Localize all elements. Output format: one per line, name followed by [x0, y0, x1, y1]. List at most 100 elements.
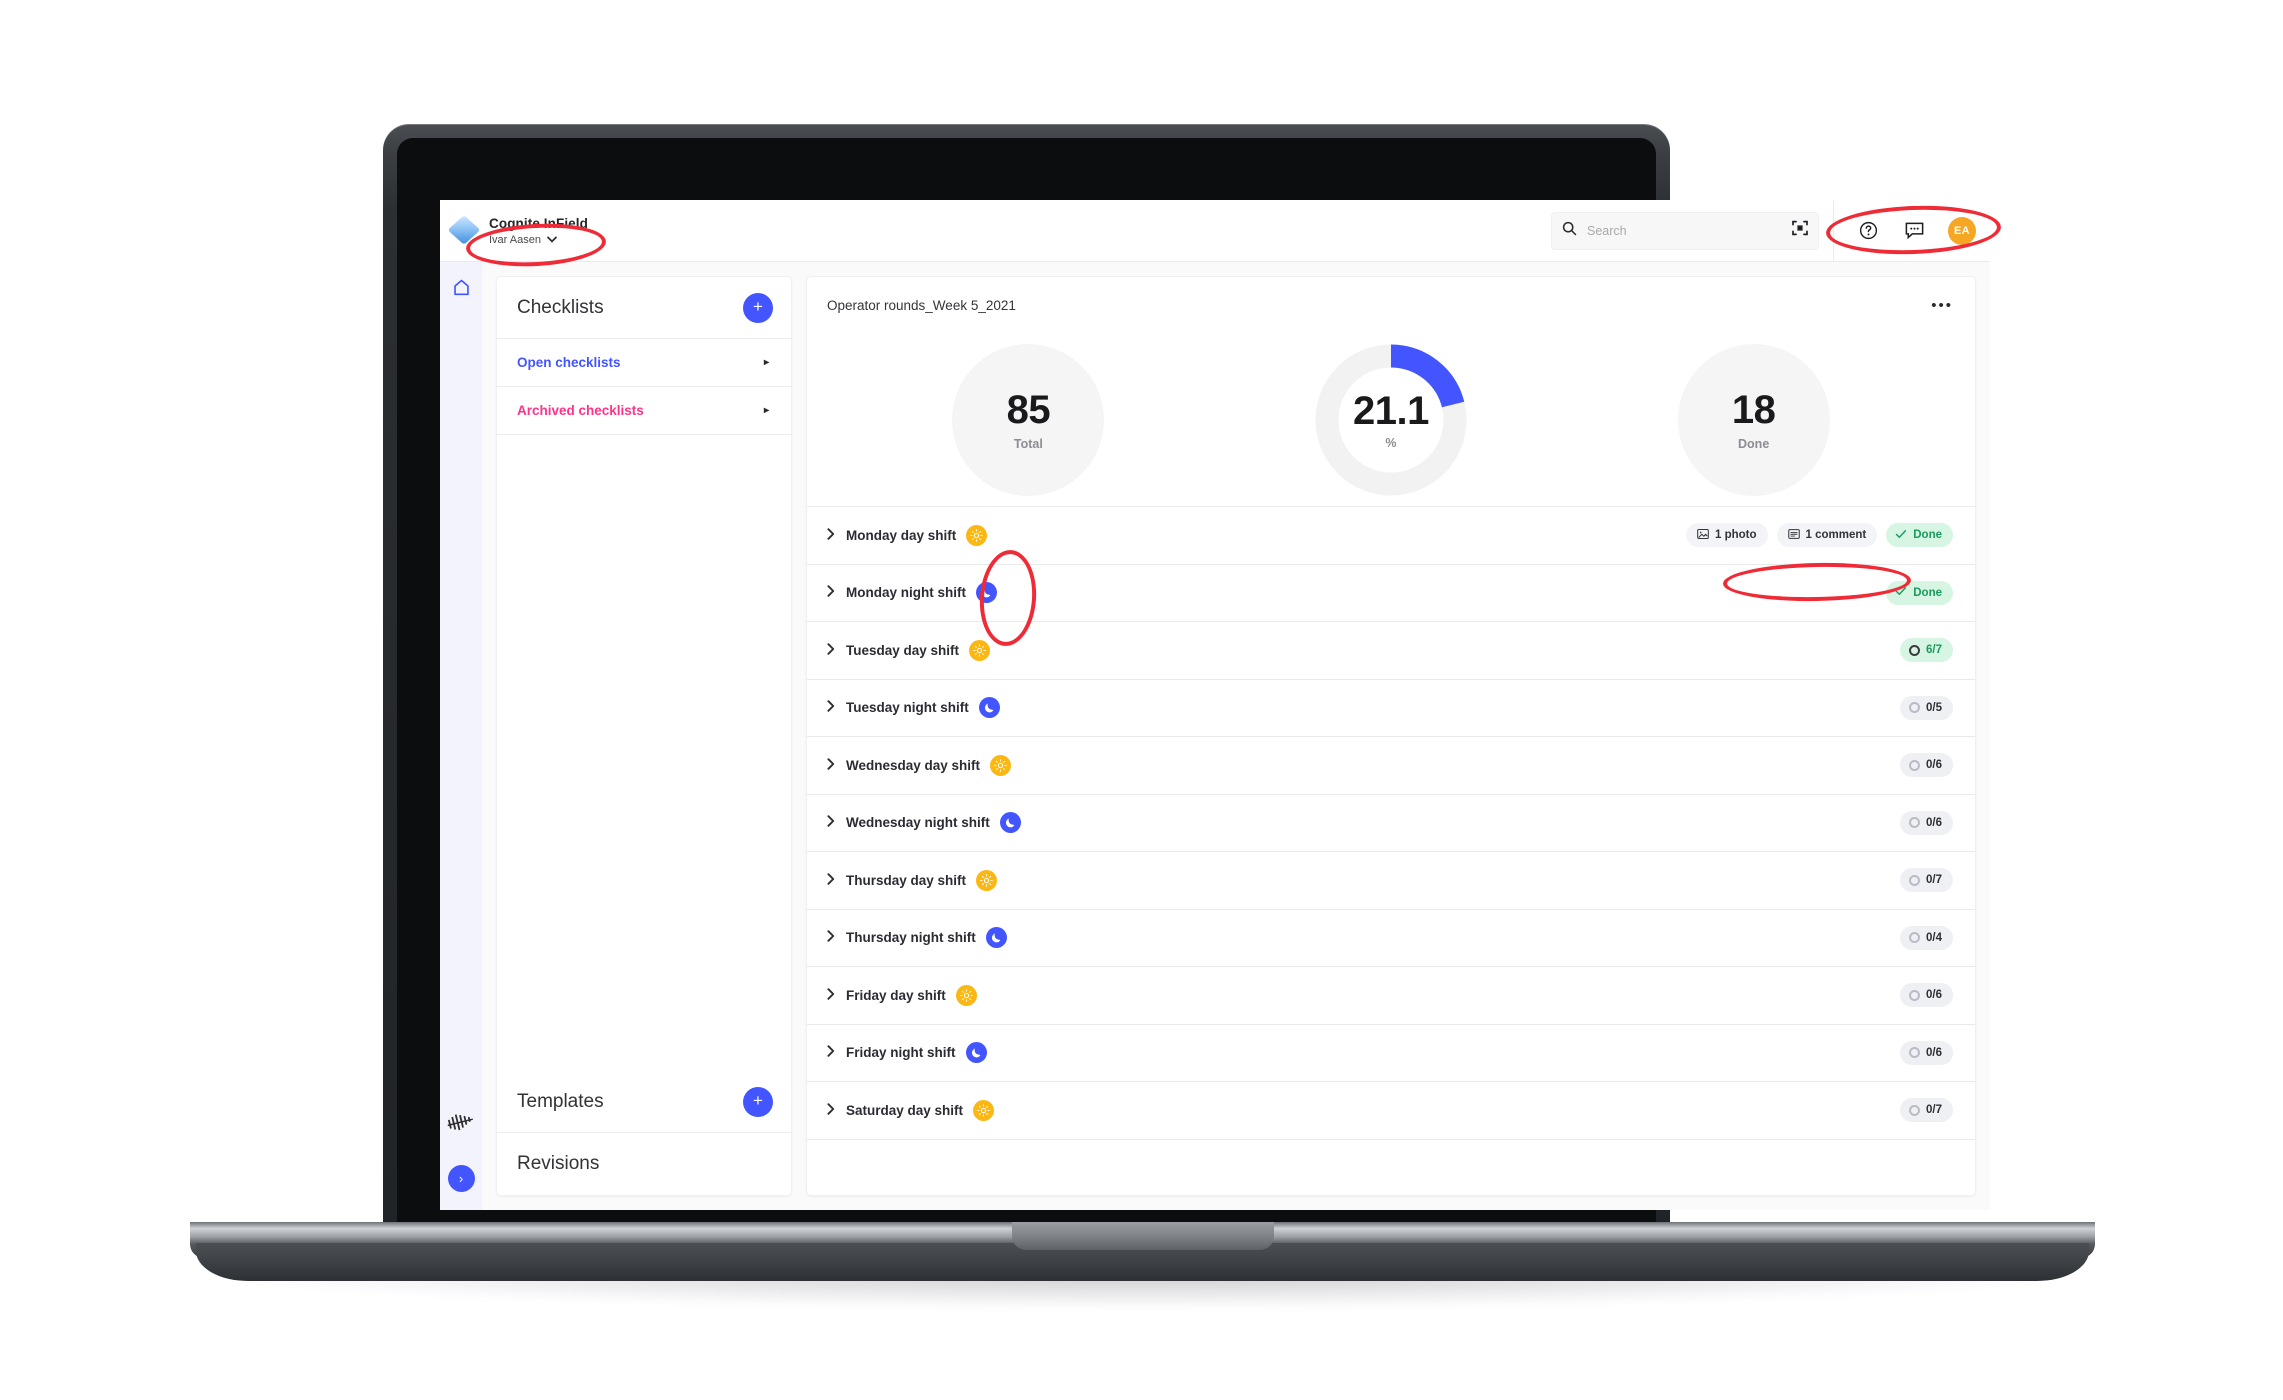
chevron-right-icon[interactable] — [827, 528, 835, 543]
add-checklist-button[interactable]: + — [743, 292, 773, 323]
row-status-group: 0/6 — [1900, 1040, 1953, 1065]
status-label: 0/6 — [1926, 816, 1942, 829]
search-input[interactable] — [1587, 223, 1782, 238]
sun-icon — [955, 984, 977, 1006]
status-label: 0/4 — [1926, 931, 1942, 944]
status-badge: 0/7 — [1900, 1098, 1953, 1123]
chevron-right-icon[interactable] — [827, 643, 835, 658]
row-status-group: 6/7 — [1900, 638, 1953, 663]
table-row[interactable]: Monday day shift 1 photo 1 comment Done — [807, 507, 1975, 565]
table-row[interactable]: Wednesday night shift 0/6 — [807, 795, 1975, 852]
search-box[interactable] — [1551, 211, 1819, 250]
status-badge: Done — [1886, 523, 1953, 548]
checklists-panel: Checklists + Open checklists ▸ Archived … — [496, 276, 792, 1196]
shift-label: Wednesday night shift — [846, 815, 990, 831]
status-badge: Done — [1886, 580, 1953, 605]
status-label: 0/7 — [1926, 874, 1942, 887]
archived-checklists-label: Archived checklists — [517, 403, 644, 418]
chevron-right-icon[interactable] — [827, 700, 835, 715]
photo-count-badge[interactable]: 1 photo — [1686, 523, 1768, 548]
row-status-group: Done — [1886, 580, 1953, 605]
checklist-detail-panel: Operator rounds_Week 5_2021 ••• 85 Total — [806, 276, 1976, 1196]
chevron-right-icon[interactable] — [827, 930, 835, 945]
row-status-group: 0/7 — [1900, 868, 1953, 893]
help-icon[interactable] — [1856, 219, 1880, 243]
status-label: 0/6 — [1926, 989, 1942, 1002]
revisions-header[interactable]: Revisions — [497, 1133, 791, 1195]
sun-icon — [969, 639, 991, 661]
left-nav-rail: › — [440, 262, 482, 1210]
chevron-right-icon[interactable] — [827, 1103, 835, 1118]
open-checklists-label: Open checklists — [517, 355, 621, 370]
table-row[interactable]: Monday night shift Done — [807, 565, 1975, 622]
row-status-group: 0/6 — [1900, 983, 1953, 1008]
total-value: 85 — [1006, 388, 1051, 432]
comment-count-badge[interactable]: 1 comment — [1776, 523, 1878, 548]
laptop-base-notch — [1012, 1222, 1274, 1250]
chevron-right-icon[interactable] — [827, 1045, 835, 1060]
status-label: 0/5 — [1926, 701, 1942, 714]
chevron-right-icon[interactable] — [827, 585, 835, 600]
check-icon — [1895, 528, 1907, 543]
check-icon — [1895, 585, 1907, 600]
row-status-group: 0/5 — [1900, 695, 1953, 720]
brand-area[interactable]: Cognite InField Ivar Aasen — [440, 200, 770, 261]
scan-asset-icon[interactable] — [1792, 220, 1808, 241]
table-row[interactable]: Saturday day shift 0/7 — [807, 1082, 1975, 1140]
user-name: Ivar Aasen — [489, 233, 541, 246]
chevron-right-icon[interactable] — [827, 988, 835, 1003]
avatar[interactable]: EA — [1948, 216, 1976, 245]
revisions-title: Revisions — [517, 1153, 600, 1174]
feedback-chat-icon[interactable] — [1902, 219, 1926, 243]
cognite-logo-icon — [446, 1112, 476, 1139]
progress-ring-icon — [1909, 817, 1920, 829]
more-options-icon[interactable]: ••• — [1931, 297, 1953, 314]
table-row[interactable]: Wednesday day shift 0/6 — [807, 737, 1975, 795]
chevron-right-icon[interactable] — [827, 815, 835, 830]
sun-icon — [966, 524, 988, 546]
app-viewport: Cognite InField Ivar Aasen Search EA › C… — [440, 200, 1990, 1210]
table-row[interactable]: Friday night shift 0/6 — [807, 1025, 1975, 1082]
sidebar-item-open-checklists[interactable]: Open checklists ▸ — [497, 339, 791, 387]
shift-rows-list: Monday day shift 1 photo 1 comment Done Mond… — [807, 507, 1975, 1195]
chevron-right-icon[interactable] — [827, 758, 835, 773]
chevron-right-icon[interactable] — [827, 873, 835, 888]
sun-icon — [973, 1099, 995, 1121]
table-row[interactable]: Friday day shift 0/6 — [807, 967, 1975, 1025]
add-template-button[interactable]: + — [743, 1086, 773, 1117]
app-title: Cognite InField — [489, 215, 588, 231]
table-row[interactable]: Tuesday night shift 0/5 — [807, 680, 1975, 737]
status-badge: 0/6 — [1900, 810, 1953, 835]
row-status-group: 1 photo 1 comment Done — [1686, 523, 1953, 548]
search-icon — [1562, 221, 1577, 241]
percent-value: 21.1 — [1353, 389, 1429, 433]
status-badge: 0/6 — [1900, 983, 1953, 1008]
shift-label: Thursday day shift — [846, 872, 967, 888]
chevron-right-icon: ▸ — [763, 405, 769, 416]
table-row[interactable]: Thursday night shift 0/4 — [807, 910, 1975, 967]
shift-label: Monday day shift — [846, 527, 957, 543]
templates-title: Templates — [517, 1090, 604, 1112]
badge-label: 1 comment — [1805, 529, 1867, 542]
moon-icon — [975, 582, 997, 604]
progress-ring-icon — [1909, 874, 1920, 886]
top-bar: Cognite InField Ivar Aasen Search EA — [440, 200, 1990, 262]
chevron-down-icon — [547, 235, 557, 245]
user-dropdown[interactable]: Ivar Aasen — [489, 234, 588, 246]
checklists-title: Checklists — [517, 296, 604, 318]
shift-label: Wednesday day shift — [846, 757, 981, 773]
status-badge: 0/5 — [1900, 695, 1953, 720]
table-row[interactable]: Tuesday day shift 6/7 — [807, 622, 1975, 680]
page-title: Operator rounds_Week 5_2021 — [827, 297, 1016, 313]
table-row[interactable]: Thursday day shift 0/7 — [807, 852, 1975, 910]
shift-label: Friday day shift — [846, 987, 946, 1003]
total-label: Total — [1013, 437, 1043, 451]
row-status-group: 0/7 — [1900, 1098, 1953, 1123]
sidebar-item-archived-checklists[interactable]: Archived checklists ▸ — [497, 387, 791, 435]
expand-sidebar-button[interactable]: › — [447, 1165, 475, 1192]
shift-label: Tuesday night shift — [846, 700, 969, 716]
status-badge: 0/7 — [1900, 868, 1953, 893]
screenshot-stage: Cognite InField Ivar Aasen Search EA › C… — [0, 0, 2283, 1400]
home-icon[interactable] — [452, 278, 471, 302]
